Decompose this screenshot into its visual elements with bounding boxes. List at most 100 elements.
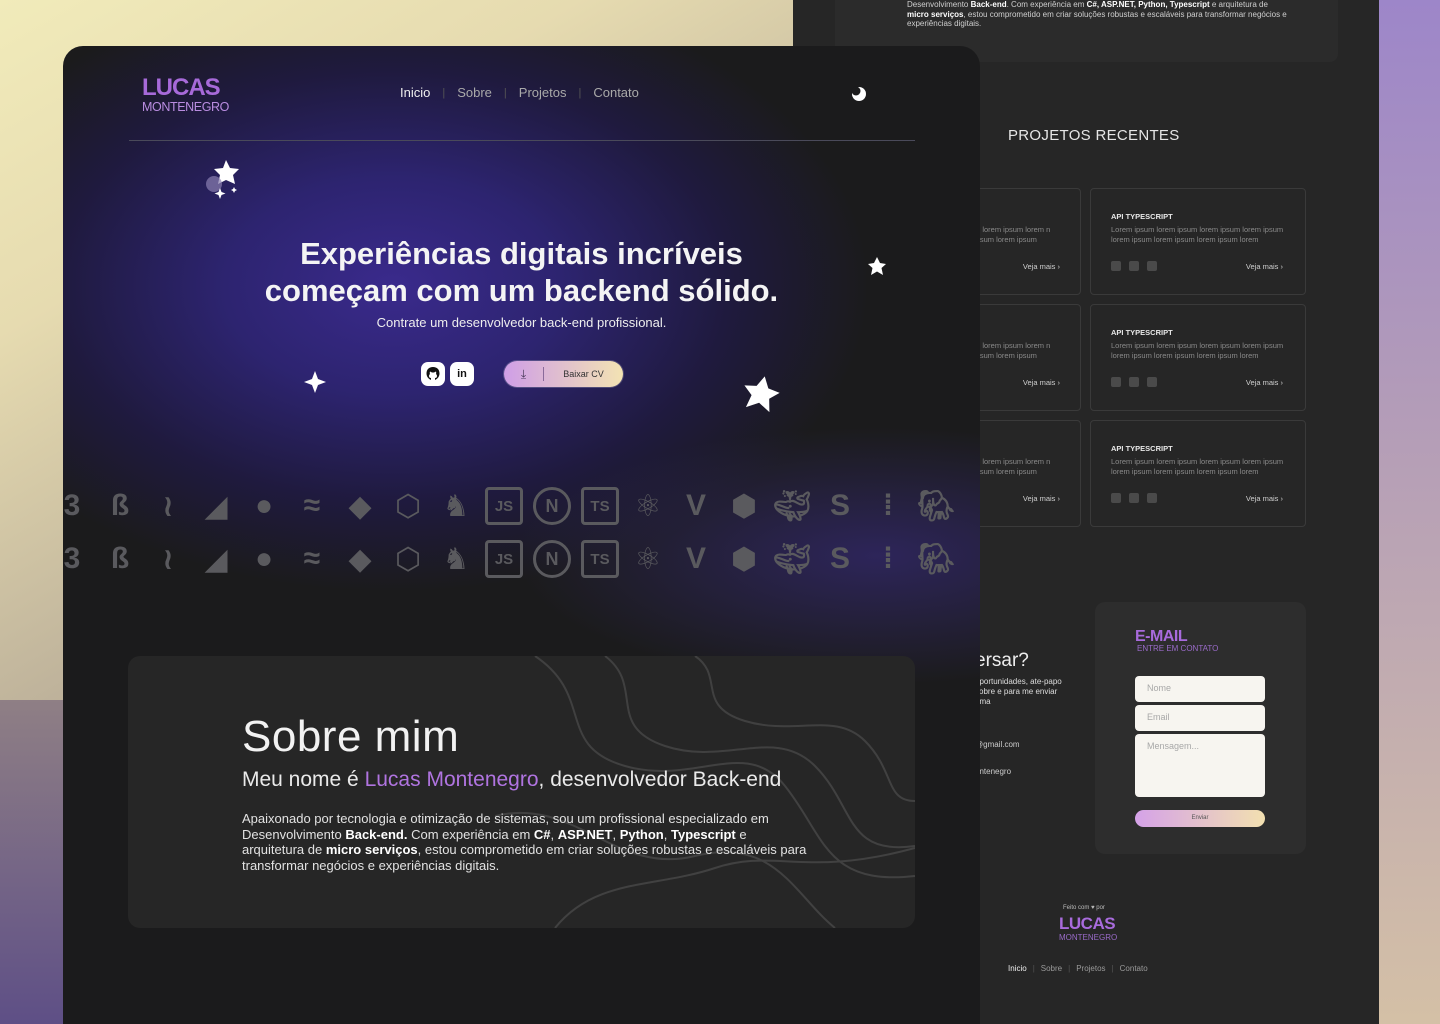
project-desc: Lorem ipsum lorem ipsum lorem ipsum lore… xyxy=(1111,457,1284,476)
project-card[interactable]: m lorem ipsum lorem n ipsum lorem ipsum … xyxy=(975,304,1081,411)
contact-user[interactable]: ontenegro xyxy=(975,767,1011,776)
docker-icon: 🐳︎ xyxy=(772,489,812,523)
tailwind-icon: ≈ xyxy=(303,489,321,522)
footer-nav-inicio[interactable]: Inicio xyxy=(1008,964,1027,973)
tech-icon xyxy=(1147,261,1157,271)
see-more-link[interactable]: Veja mais › xyxy=(1023,262,1060,271)
contour-pattern xyxy=(495,656,915,928)
footer-nav-sobre[interactable]: Sobre xyxy=(1041,964,1062,973)
contact-heading: ersar? xyxy=(975,650,1029,671)
hero-subtitle: Contrate um desenvolvedor back-end profi… xyxy=(376,315,667,330)
tech-icon xyxy=(1129,261,1139,271)
firebase-icon: ◢ xyxy=(204,542,228,576)
project-card[interactable]: m lorem ipsum lorem n ipsum lorem ipsum … xyxy=(975,188,1081,295)
project-tech-icons xyxy=(1111,377,1157,387)
nodejs-icon: ⬢ xyxy=(730,542,758,576)
footer-nav: Inicio | Sobre | Projetos | Contato xyxy=(1008,964,1148,973)
see-more-link[interactable]: Veja mais › xyxy=(1246,494,1283,503)
logo-surname: MONTENEGRO xyxy=(142,100,229,114)
project-card[interactable]: API TYPESCRIPT Lorem ipsum lorem ipsum l… xyxy=(1090,304,1306,411)
docker-icon: 🐳︎ xyxy=(772,542,812,576)
see-more-link[interactable]: Veja mais › xyxy=(1246,262,1283,271)
git-icon: ◆ xyxy=(348,542,372,576)
project-desc: m lorem ipsum lorem n ipsum lorem ipsum xyxy=(975,225,1051,244)
tailwind-icon: ≈ xyxy=(303,542,321,575)
see-more-link[interactable]: Veja mais › xyxy=(1023,494,1060,503)
tech-icon xyxy=(1111,377,1121,387)
mongodb-icon: ● xyxy=(254,542,274,575)
made-with-text: Feito com ♥ por xyxy=(1063,905,1105,911)
project-desc: m lorem ipsum lorem n ipsum lorem ipsum xyxy=(975,341,1051,360)
footer-nav-projetos[interactable]: Projetos xyxy=(1076,964,1105,973)
logo-name: LUCAS xyxy=(142,74,221,101)
send-button[interactable]: Enviar xyxy=(1135,810,1265,827)
footer-nav-contato[interactable]: Contato xyxy=(1120,964,1148,973)
download-icon: ⤓ xyxy=(504,367,544,381)
back-about-text: Desenvolvimento Back-end. Com experiênci… xyxy=(907,0,1287,28)
project-card[interactable]: m lorem ipsum lorem n ipsum lorem ipsum … xyxy=(975,420,1081,527)
email-subtitle: ENTRE EM CONTATO xyxy=(1137,644,1219,653)
projects-title: PROJETOS RECENTES xyxy=(1008,127,1180,144)
nextjs-icon: N xyxy=(533,540,571,578)
firebase-icon: ◢ xyxy=(204,489,228,523)
theme-toggle-icon[interactable] xyxy=(851,86,867,102)
bun-icon: ♞ xyxy=(442,542,470,576)
project-card[interactable]: API TYPESCRIPT Lorem ipsum lorem ipsum l… xyxy=(1090,188,1306,295)
nav-inicio[interactable]: Inicio xyxy=(400,85,430,100)
download-cv-label: Baixar CV xyxy=(563,369,604,379)
footer-logo[interactable]: LUCAS xyxy=(1059,915,1116,932)
about-name-highlight: Lucas Montenegro xyxy=(364,768,539,791)
project-title: API TYPESCRIPT xyxy=(1111,212,1173,221)
hero-title-line2: começam com um backend sólido. xyxy=(264,273,779,308)
tech-icon xyxy=(1111,493,1121,503)
nextjs-icon: N xyxy=(533,487,571,525)
react-icon: ⚛ xyxy=(634,542,662,576)
postgresql-icon: 🐘︎ xyxy=(916,489,956,523)
project-title: API TYPESCRIPT xyxy=(1111,444,1173,453)
logo[interactable]: LUCAS MONTENEGRO xyxy=(142,74,229,115)
project-desc: Lorem ipsum lorem ipsum lorem ipsum lore… xyxy=(1111,225,1284,244)
about-intro: Meu nome é Lucas Montenegro, desenvolved… xyxy=(242,768,782,791)
email-field[interactable]: Email xyxy=(1135,705,1265,731)
project-tech-icons xyxy=(1111,261,1157,271)
download-cv-button[interactable]: ⤓ Baixar CV xyxy=(504,361,623,387)
css3-icon: 3 xyxy=(63,489,81,522)
name-field[interactable]: Nome xyxy=(1135,676,1265,702)
see-more-link[interactable]: Veja mais › xyxy=(1246,378,1283,387)
star-cluster-icon xyxy=(204,158,244,208)
nav-contato[interactable]: Contato xyxy=(593,85,639,100)
see-more-link[interactable]: Veja mais › xyxy=(1023,378,1060,387)
project-tech-icons xyxy=(1111,493,1157,503)
figma-icon: ⁞ xyxy=(883,489,893,522)
about-section: Sobre mim Meu nome é Lucas Montenegro, d… xyxy=(128,656,915,928)
typescript-icon: TS xyxy=(581,487,619,525)
css3-icon: 3 xyxy=(63,542,81,575)
hero-title-line1: Experiências digitais incríveis xyxy=(300,236,743,271)
typescript-icon: TS xyxy=(581,540,619,578)
contact-email[interactable]: @gmail.com xyxy=(975,740,1020,749)
tech-icons-row: 3 ß ≀ ◢ ● ≈ ◆ ⬡ ♞ JS N TS ⚛ V ⬢ 🐳︎ S ⁞ 🐘… xyxy=(63,487,980,525)
about-title: Sobre mim xyxy=(242,712,460,761)
nav-sobre[interactable]: Sobre xyxy=(457,85,492,100)
sparkle-icon xyxy=(303,370,327,398)
github-icon[interactable] xyxy=(421,362,445,386)
hero-title: Experiências digitais incríveis começam … xyxy=(63,235,980,309)
tech-icon xyxy=(1129,377,1139,387)
javascript-icon: JS xyxy=(485,487,523,525)
mysql-icon: ≀ xyxy=(162,489,174,523)
graphql-icon: ⬡ xyxy=(394,489,422,523)
message-field[interactable]: Mensagem... xyxy=(1135,734,1265,797)
header-divider xyxy=(129,140,915,141)
front-page: LUCAS MONTENEGRO Inicio | Sobre | Projetos… xyxy=(63,46,980,1024)
mysql-icon: ≀ xyxy=(162,542,174,576)
postgresql-icon: 🐘︎ xyxy=(916,542,956,576)
svelte-icon: S xyxy=(829,542,850,575)
linkedin-icon[interactable]: in xyxy=(450,362,474,386)
react-icon: ⚛ xyxy=(634,489,662,523)
project-desc: m lorem ipsum lorem n ipsum lorem ipsum xyxy=(975,457,1051,476)
contact-text: oportunidades, ate-papo sobre e para me … xyxy=(975,677,1062,706)
bun-icon: ♞ xyxy=(442,489,470,523)
nav-projetos[interactable]: Projetos xyxy=(519,85,567,100)
vue-icon: V xyxy=(685,489,706,522)
project-card[interactable]: API TYPESCRIPT Lorem ipsum lorem ipsum l… xyxy=(1090,420,1306,527)
